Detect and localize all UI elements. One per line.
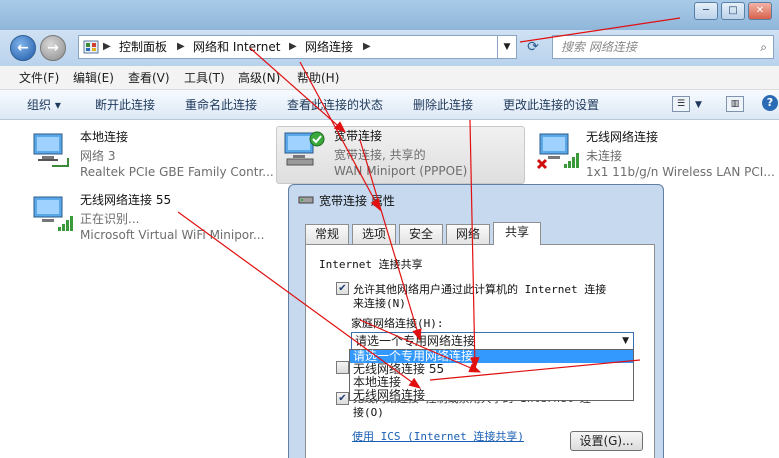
ics-group-label: Internet 连接共享 (319, 258, 423, 271)
menu-help[interactable]: 帮助(H) (297, 70, 339, 86)
allow-control-label-2: 接(O) (353, 406, 384, 419)
allow-sharing-checkbox[interactable]: ✔ (336, 282, 349, 295)
allow-sharing-label-2: 来连接(N) (353, 297, 406, 310)
chevron-down-icon: ▼ (503, 42, 511, 52)
connection-device: WAN Miniport (PPPOE) (334, 164, 468, 178)
breadcrumb-separator-icon[interactable]: ▶ (363, 36, 371, 58)
rename-button[interactable]: 重命名此连接 (185, 97, 257, 113)
tab-label: 网络 (455, 227, 480, 241)
allow-other-checkbox[interactable]: ✔ (336, 392, 349, 405)
minimize-icon: ─ (702, 5, 710, 16)
search-placeholder: 搜索 网络连接 (561, 40, 637, 54)
tab-networking[interactable]: 网络 (446, 224, 490, 244)
breadcrumb-separator-icon[interactable]: ▶ (103, 36, 111, 58)
connection-device: Realtek PCIe GBE Family Contr... (80, 165, 274, 179)
breadcrumb-separator-icon[interactable]: ▶ (289, 36, 297, 58)
address-input[interactable]: ▶ 控制面板 ▶ 网络和 Internet ▶ 网络连接 ▶ (78, 35, 516, 59)
tab-options[interactable]: 选项 (352, 224, 396, 244)
connection-status: 未连接 (586, 149, 623, 163)
tab-security[interactable]: 安全 (399, 224, 443, 244)
allow-control-checkbox[interactable] (336, 361, 349, 374)
connection-status: 宽带连接, 共享的 (334, 148, 426, 162)
network-adapter-icon (33, 133, 69, 167)
modem-icon (298, 196, 314, 204)
tab-label: 选项 (361, 227, 386, 241)
view-options-icon[interactable]: ☰ (672, 96, 690, 112)
menu-edit[interactable]: 编辑(E) (73, 70, 114, 86)
virtual-wifi-icon (33, 196, 73, 231)
tab-label: 共享 (504, 225, 529, 239)
minimize-button[interactable]: ─ (694, 2, 718, 20)
command-bar: 组织 ▾ 断开此连接 重命名此连接 查看此连接的状态 删除此连接 更改此连接的设… (0, 90, 779, 120)
organize-button[interactable]: 组织 ▾ (27, 97, 61, 113)
menu-file[interactable]: 文件(F) (19, 70, 59, 86)
chevron-down-icon: ▼ (622, 336, 629, 346)
menu-bar: 文件(F) 编辑(E) 查看(V) 工具(T) 高级(N) 帮助(H) (0, 66, 779, 90)
breadcrumb-network-connections[interactable]: 网络连接 (305, 36, 353, 58)
connection-device: Microsoft Virtual WiFi Minipor... (80, 228, 265, 242)
address-bar-area: ← → ▶ 控制面板 ▶ 网络和 Internet ▶ 网络连接 ▶ ▼ ⟳ 搜… (0, 30, 779, 66)
breadcrumb-control-panel[interactable]: 控制面板 (119, 36, 167, 58)
arrow-right-icon: → (47, 40, 59, 56)
tab-label: 安全 (408, 227, 433, 241)
breadcrumb-separator-icon[interactable]: ▶ (177, 36, 185, 58)
select-value: 请选一个专用网络连接 (355, 334, 476, 348)
settings-button-label: 设置(G)... (579, 434, 634, 448)
settings-button[interactable]: 设置(G)... (570, 431, 643, 451)
ics-help-link[interactable]: 使用 ICS (Internet 连接共享) (352, 428, 524, 444)
control-panel-icon (83, 40, 99, 54)
back-button[interactable]: ← (10, 35, 36, 61)
connection-wireless-55[interactable]: 无线网络连接 55 正在识别... Microsoft Virtual WiFi… (30, 191, 275, 251)
close-icon: ✕ (755, 5, 765, 16)
breadcrumb-network-internet[interactable]: 网络和 Internet (193, 36, 280, 58)
home-network-label: 家庭网络连接(H): (351, 317, 444, 330)
title-bar: ─ □ ✕ (0, 0, 779, 30)
connection-name: 无线网络连接 (586, 130, 659, 144)
tab-sharing[interactable]: 共享 (493, 222, 541, 245)
tab-label: 常规 (314, 227, 339, 241)
menu-view[interactable]: 查看(V) (128, 70, 170, 86)
help-icon[interactable]: ? (762, 95, 778, 111)
arrow-left-icon: ← (17, 40, 29, 56)
close-button[interactable]: ✕ (748, 2, 772, 20)
maximize-icon: □ (728, 5, 738, 16)
dropdown-option[interactable]: 无线网络连接 (350, 389, 633, 402)
connection-status: 正在识别... (80, 212, 140, 226)
connection-status: 网络 3 (80, 149, 116, 163)
connection-name: 宽带连接 (334, 129, 383, 143)
maximize-button[interactable]: □ (721, 2, 745, 20)
connection-local[interactable]: 本地连接 网络 3 Realtek PCIe GBE Family Contr.… (30, 128, 274, 188)
home-network-dropdown-list: 请选一个专用网络连接 无线网络连接 55 本地连接 无线网络连接 (349, 349, 634, 402)
delete-button[interactable]: 删除此连接 (413, 97, 473, 113)
search-input[interactable]: 搜索 网络连接 ⌕ (552, 35, 774, 59)
preview-pane-icon[interactable]: ▥ (726, 96, 744, 112)
forward-button[interactable]: → (40, 35, 66, 61)
disconnect-button[interactable]: 断开此连接 (95, 97, 155, 113)
view-status-button[interactable]: 查看此连接的状态 (287, 97, 383, 113)
view-options-dropdown-icon[interactable]: ▼ (695, 97, 702, 113)
change-settings-button[interactable]: 更改此连接的设置 (503, 97, 599, 113)
wireless-adapter-icon (536, 133, 579, 170)
menu-tools[interactable]: 工具(T) (184, 70, 225, 86)
properties-dialog: 宽带连接 属性 常规 选项 安全 网络 共享 Internet 连接共享 ✔ 允… (288, 184, 664, 458)
address-dropdown-button[interactable]: ▼ (497, 35, 517, 59)
broadband-icon (284, 131, 325, 166)
connection-name: 无线网络连接 55 (80, 193, 172, 207)
menu-advanced[interactable]: 高级(N) (238, 70, 280, 86)
refresh-icon: ⟳ (527, 39, 539, 55)
refresh-button[interactable]: ⟳ (522, 35, 544, 59)
tab-general[interactable]: 常规 (305, 224, 349, 244)
connection-broadband[interactable]: 宽带连接 宽带连接, 共享的 WAN Miniport (PPPOE) (276, 126, 525, 184)
dialog-title: 宽带连接 属性 (319, 194, 395, 208)
search-icon[interactable]: ⌕ (760, 36, 767, 58)
connection-name: 本地连接 (80, 130, 129, 144)
connection-device: 1x1 11b/g/n Wireless LAN PCI... (586, 165, 775, 179)
connection-wireless[interactable]: 无线网络连接 未连接 1x1 11b/g/n Wireless LAN PCI.… (536, 128, 779, 188)
